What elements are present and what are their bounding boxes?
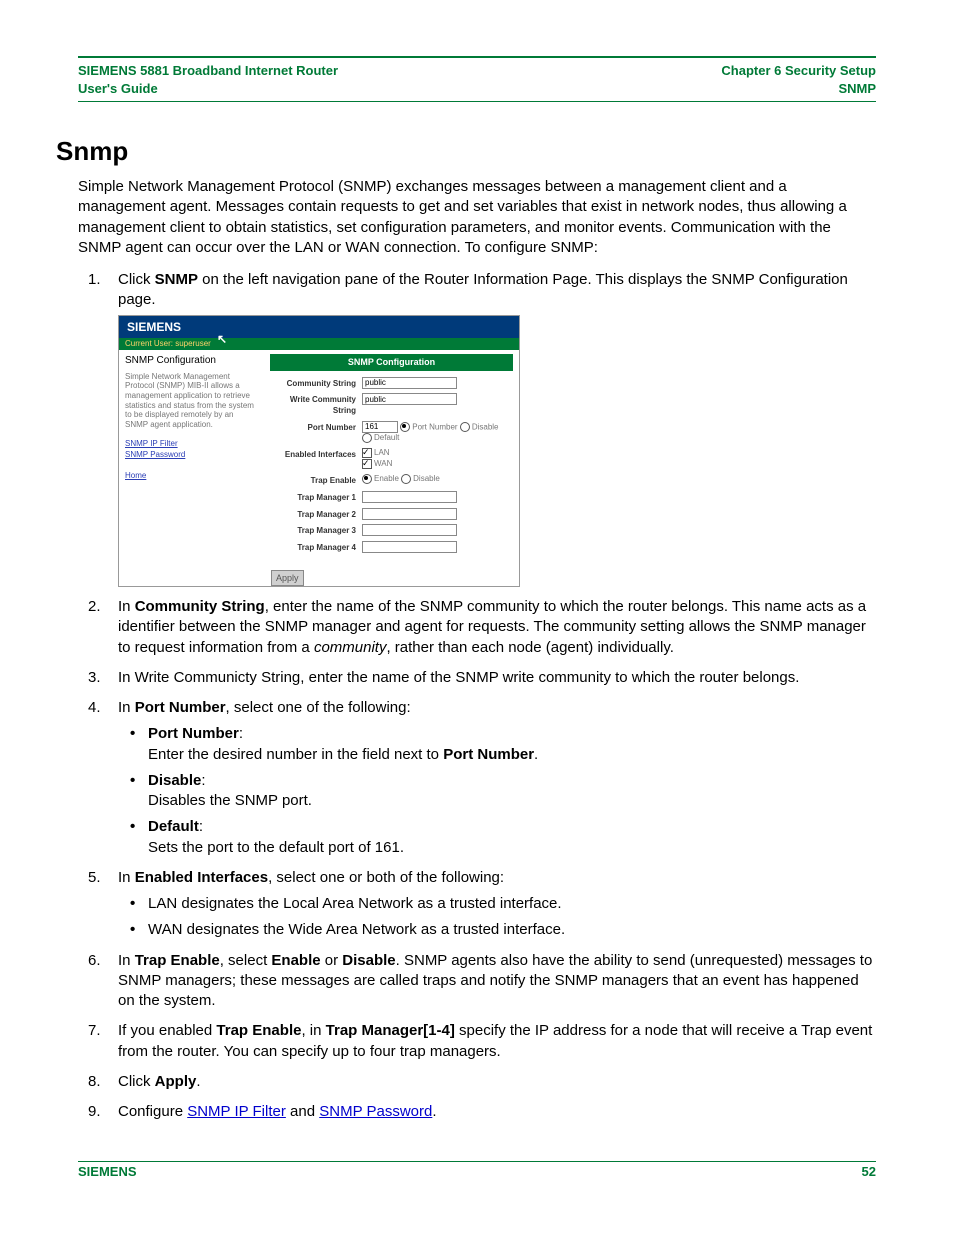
step-3: In Write Communicty String, enter the na… <box>78 668 876 688</box>
tm1-input[interactable] <box>362 491 457 503</box>
shot-conf-title: SNMP Configuration <box>270 354 513 370</box>
tm4-input[interactable] <box>362 541 457 553</box>
step-2: In Community String, enter the name of t… <box>78 597 876 658</box>
shot-link-home[interactable]: Home <box>125 471 258 482</box>
shot-side-heading: SNMP Configuration <box>125 354 258 368</box>
step-6: In Trap Enable, select Enable or Disable… <box>78 951 876 1012</box>
if-wan-check[interactable] <box>362 459 372 469</box>
snmp-config-screenshot: SIEMENS ↖ Current User: superuser SNMP C… <box>118 315 520 587</box>
header-left-line1: SIEMENS 5881 Broadband Internet Router <box>78 62 338 80</box>
step-5: In Enabled Interfaces, select one or bot… <box>78 868 876 941</box>
link-snmp-password[interactable]: SNMP Password <box>319 1103 432 1120</box>
tm3-input[interactable] <box>362 524 457 536</box>
step-4: In Port Number, select one of the follow… <box>78 698 876 858</box>
shot-main: SNMP Configuration Community String Writ… <box>264 350 519 566</box>
footer-right: 52 <box>862 1164 876 1179</box>
port-radio-default[interactable] <box>362 433 372 443</box>
shot-link-password[interactable]: SNMP Password <box>125 450 258 461</box>
shot-side-desc: Simple Network Management Protocol (SNMP… <box>125 372 258 430</box>
step-5-bullet-2: WAN designates the Wide Area Network as … <box>148 920 876 940</box>
step-1: Click SNMP on the left navigation pane o… <box>78 270 876 587</box>
page-header: SIEMENS 5881 Broadband Internet Router U… <box>78 62 876 97</box>
header-right-line2: SNMP <box>721 80 876 98</box>
tm2-input[interactable] <box>362 508 457 520</box>
footer-left: SIEMENS <box>78 1164 137 1179</box>
cursor-icon: ↖ <box>217 331 227 347</box>
step-4-bullet-1: Port Number: Enter the desired number in… <box>148 724 876 765</box>
port-radio-portnum[interactable] <box>400 422 410 432</box>
write-community-input[interactable] <box>362 393 457 405</box>
step-7: If you enabled Trap Enable, in Trap Mana… <box>78 1021 876 1062</box>
step-5-bullet-1: LAN designates the Local Area Network as… <box>148 894 876 914</box>
shot-link-ipfilter[interactable]: SNMP IP Filter <box>125 439 258 450</box>
community-input[interactable] <box>362 377 457 389</box>
header-left-line2: User's Guide <box>78 80 338 98</box>
shot-user-row: Current User: superuser <box>119 338 519 351</box>
apply-button[interactable]: Apply <box>271 570 304 586</box>
step-9: Configure SNMP IP Filter and SNMP Passwo… <box>78 1102 876 1122</box>
port-input[interactable] <box>362 421 398 433</box>
shot-brand: SIEMENS <box>127 320 181 334</box>
port-radio-disable[interactable] <box>460 422 470 432</box>
header-right-line1: Chapter 6 Security Setup <box>721 62 876 80</box>
intro-paragraph: Simple Network Management Protocol (SNMP… <box>78 177 876 258</box>
step-8: Click Apply. <box>78 1072 876 1092</box>
link-snmp-ip-filter[interactable]: SNMP IP Filter <box>187 1103 286 1120</box>
trap-enable-radio[interactable] <box>362 474 372 484</box>
step-4-bullet-3: Default: Sets the port to the default po… <box>148 817 876 858</box>
section-title: Snmp <box>56 136 876 167</box>
step-4-bullet-2: Disable: Disables the SNMP port. <box>148 771 876 812</box>
shot-sidebar: SNMP Configuration Simple Network Manage… <box>119 350 264 566</box>
trap-disable-radio[interactable] <box>401 474 411 484</box>
page-footer: SIEMENS 52 <box>78 1161 876 1179</box>
